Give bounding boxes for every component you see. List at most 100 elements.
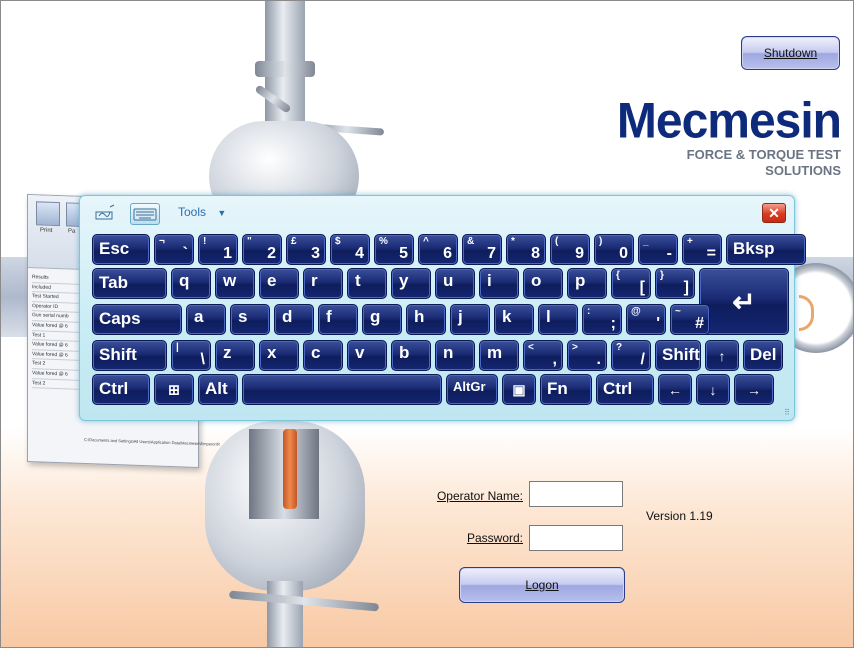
key-shift-label: & (467, 236, 475, 247)
key-n[interactable]: n (435, 340, 475, 371)
key-shift-label: { (616, 270, 620, 281)
key-label: l (546, 307, 551, 326)
key-label: ▣ (512, 381, 526, 397)
key-7[interactable]: & 7 (462, 234, 502, 265)
key-c[interactable]: c (303, 340, 343, 371)
key-x[interactable]: x (259, 340, 299, 371)
key-3[interactable]: £3 (286, 234, 326, 265)
key-/[interactable]: ? / (611, 340, 651, 371)
key-del[interactable]: Del (743, 340, 783, 371)
key-label: f (326, 307, 332, 326)
key-label: 9 (575, 245, 584, 262)
key-;[interactable]: :; (582, 304, 622, 335)
key-`[interactable]: ¬ ` (154, 234, 194, 265)
key-altgr[interactable]: AltGr (446, 374, 498, 405)
key-2[interactable]: " 2 (242, 234, 282, 265)
key-ctrl[interactable]: Ctrl (596, 374, 654, 405)
key-9[interactable]: (9 (550, 234, 590, 265)
key-label: 1 (223, 245, 232, 262)
key-bksp[interactable]: Bksp (726, 234, 806, 265)
key-s[interactable]: s (230, 304, 270, 335)
operator-name-input[interactable] (529, 481, 623, 507)
key-shift-label: " (247, 236, 252, 247)
key-d[interactable]: d (274, 304, 314, 335)
shutdown-button[interactable]: Shutdown (741, 36, 840, 70)
key-][interactable]: }] (655, 268, 695, 299)
key-g[interactable]: g (362, 304, 402, 335)
key-shift-label: < (528, 342, 534, 353)
key-v[interactable]: v (347, 340, 387, 371)
key-label: ' (656, 315, 660, 332)
key-4[interactable]: $4 (330, 234, 370, 265)
key-label: v (355, 343, 365, 362)
key-label: s (238, 307, 248, 326)
key-↑[interactable]: ↑ (705, 340, 739, 371)
key-o[interactable]: o (523, 268, 563, 299)
key-.[interactable]: >. (567, 340, 607, 371)
key-#[interactable]: ~ # (670, 304, 710, 335)
key-r[interactable]: r (303, 268, 343, 299)
key--[interactable]: _ - (638, 234, 678, 265)
key-8[interactable]: * 8 (506, 234, 546, 265)
logon-screen: Print Pa Results Included Test Started Oper… (0, 0, 854, 648)
key-j[interactable]: j (450, 304, 490, 335)
key-ctrl[interactable]: Ctrl (92, 374, 150, 405)
handwriting-mode-icon[interactable] (90, 203, 118, 223)
key-label: ; (610, 315, 616, 332)
key-l[interactable]: l (538, 304, 578, 335)
key-label: # (695, 315, 704, 332)
password-input[interactable] (529, 525, 623, 551)
key-fn[interactable]: Fn (540, 374, 592, 405)
close-keyboard-button[interactable]: ✕ (762, 203, 786, 223)
key-i[interactable]: i (479, 268, 519, 299)
key-6[interactable]: ^ 6 (418, 234, 458, 265)
key-,[interactable]: <, (523, 340, 563, 371)
key-esc[interactable]: Esc (92, 234, 150, 265)
key-a[interactable]: a (186, 304, 226, 335)
key-m[interactable]: m (479, 340, 519, 371)
key-label: ` (182, 245, 188, 262)
key-label: , (552, 351, 557, 368)
key-↓[interactable]: ↓ (696, 374, 730, 405)
key-w[interactable]: w (215, 268, 255, 299)
key-space[interactable] (242, 374, 442, 405)
key-\[interactable]: | \ (171, 340, 211, 371)
key-0[interactable]: ) 0 (594, 234, 634, 265)
key-label: ↓ (709, 381, 717, 398)
key-enter[interactable]: ↵ (699, 268, 789, 335)
key-→[interactable]: → (734, 374, 774, 405)
key-e[interactable]: e (259, 268, 299, 299)
key-q[interactable]: q (171, 268, 211, 299)
key-[[interactable]: {[ (611, 268, 651, 299)
key-alt[interactable]: Alt (198, 374, 238, 405)
windows-icon: ⊞ (168, 381, 180, 397)
key-t[interactable]: t (347, 268, 387, 299)
key-z[interactable]: z (215, 340, 255, 371)
key-menu[interactable]: ▣ (502, 374, 536, 405)
key-=[interactable]: + = (682, 234, 722, 265)
key-1[interactable]: ! 1 (198, 234, 238, 265)
key-b[interactable]: b (391, 340, 431, 371)
key-f[interactable]: f (318, 304, 358, 335)
key-shift-label: @ (631, 306, 641, 317)
key-y[interactable]: y (391, 268, 431, 299)
key-shift-label: > (572, 342, 578, 353)
key-'[interactable]: @ ' (626, 304, 666, 335)
key-k[interactable]: k (494, 304, 534, 335)
key-shift-label: _ (643, 236, 649, 247)
key-shift[interactable]: Shift (655, 340, 701, 371)
key-caps[interactable]: Caps (92, 304, 182, 335)
key-windows[interactable]: ⊞ (154, 374, 194, 405)
keyboard-mode-icon[interactable] (130, 203, 160, 225)
key-h[interactable]: h (406, 304, 446, 335)
key-←[interactable]: ← (658, 374, 692, 405)
key-tab[interactable]: Tab (92, 268, 167, 299)
key-5[interactable]: % 5 (374, 234, 414, 265)
key-shift-label: : (587, 306, 591, 317)
key-u[interactable]: u (435, 268, 475, 299)
resize-grip-icon[interactable]: ⠿ (784, 408, 790, 417)
key-shift[interactable]: Shift (92, 340, 167, 371)
key-p[interactable]: p (567, 268, 607, 299)
tools-menu[interactable]: Tools ▼ (178, 205, 226, 219)
logon-button[interactable]: Logon (459, 567, 625, 603)
